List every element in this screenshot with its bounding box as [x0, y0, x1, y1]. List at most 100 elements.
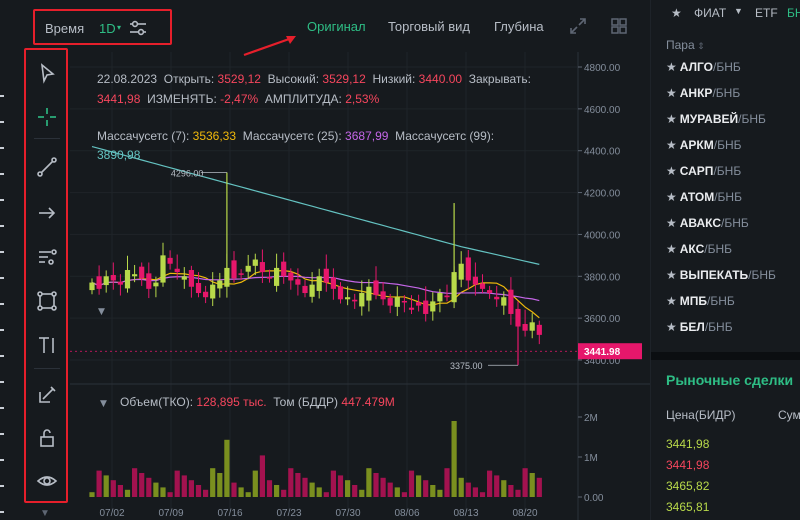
volume-bar [203, 489, 209, 497]
sum-column-header: Сум [778, 408, 800, 422]
pair-row[interactable]: ★ ВЫПЕКАТЬ/БНБ [666, 268, 776, 282]
pair-quote: /БНБ [712, 60, 741, 74]
cursor-icon[interactable] [36, 62, 58, 84]
candle-body [408, 307, 415, 310]
left-edge-marks [0, 60, 10, 520]
volume-bar [188, 480, 194, 497]
star-icon[interactable]: ★ [666, 60, 677, 74]
pair-column-header[interactable]: Пара ⇕ [666, 38, 705, 52]
candle-body [274, 267, 280, 286]
volume-bar [366, 468, 372, 497]
candle-body [494, 296, 500, 300]
star-icon[interactable]: ★ [666, 138, 677, 152]
candle-body [103, 276, 109, 286]
candle-body [359, 293, 365, 307]
tab-fiat[interactable]: ФИАТ [694, 6, 726, 20]
volume-bar [394, 487, 400, 497]
price-tick-label: 4600.00 [584, 105, 621, 116]
tab-etf[interactable]: ETF [755, 6, 778, 20]
pattern-shape-icon[interactable] [36, 290, 58, 312]
time-label[interactable]: Время [45, 21, 84, 36]
candle-body [352, 299, 358, 302]
volume-bar [522, 468, 528, 497]
pair-row[interactable]: ★ САРП/БНБ [666, 164, 741, 178]
star-icon[interactable]: ★ [666, 164, 677, 178]
pair-row[interactable]: ★ АРКМ/БНБ [666, 138, 742, 152]
candle-body [387, 298, 393, 306]
pair-quote: /БНБ [712, 86, 741, 100]
volume-bar [494, 475, 500, 497]
eye-icon[interactable] [36, 470, 58, 492]
price-tick-label: 3800.00 [584, 272, 621, 283]
pair-row[interactable]: ★ АЛГО/БНБ [666, 60, 741, 74]
volume-bar [352, 485, 358, 497]
pair-row[interactable]: ★ АНКР/БНБ [666, 86, 740, 100]
toolbar-more-icon[interactable]: ▼ [40, 508, 50, 519]
candle-body [309, 284, 315, 297]
pair-row[interactable]: ★ МУРАВЕЙ/БНБ [666, 112, 766, 126]
trade-price: 3441,98 [666, 437, 710, 451]
expand-icon[interactable] [569, 17, 587, 35]
candle-body [139, 266, 145, 279]
volume-bar [373, 473, 379, 497]
star-icon[interactable]: ★ [671, 6, 682, 20]
pair-row[interactable]: ★ БЕЛ/БНБ [666, 320, 733, 334]
volume-bar [181, 475, 187, 497]
layout-grid-icon[interactable] [610, 17, 628, 35]
x-tick-label: 07/16 [217, 508, 242, 519]
volume-bar [117, 485, 123, 497]
x-tick-label: 07/30 [335, 508, 360, 519]
text-tool-icon[interactable] [36, 334, 58, 356]
star-icon[interactable]: ★ [666, 320, 677, 334]
trend-line-icon[interactable] [36, 156, 58, 178]
volume-bar [139, 473, 145, 497]
fibonacci-icon[interactable] [36, 247, 58, 269]
candle-body [472, 276, 478, 285]
chevron-down-icon[interactable]: ▾ [117, 23, 121, 32]
unlock-icon[interactable] [36, 427, 58, 449]
star-icon[interactable]: ★ [666, 216, 677, 230]
high-marker-label: 4296.00 [171, 168, 204, 178]
pair-row[interactable]: ★ МПБ/БНБ [666, 294, 735, 308]
sliders-icon[interactable] [129, 20, 147, 36]
star-icon[interactable]: ★ [666, 294, 677, 308]
pair-row[interactable]: ★ АВАКС/БНБ [666, 216, 749, 230]
candle-body [479, 283, 486, 289]
volume-bar [195, 485, 202, 497]
candle-body [536, 324, 542, 335]
pair-row[interactable]: ★ АТОМ/БНБ [666, 190, 742, 204]
star-icon[interactable]: ★ [666, 112, 677, 126]
candlestick-chart[interactable]: 4800.00 4600.00 4400.00 4200.00 4000.00 3800.… [70, 52, 650, 520]
candle-body [217, 280, 223, 289]
candle-body [203, 291, 209, 298]
interval-dropdown[interactable]: 1D [99, 21, 116, 36]
volume-bar [380, 477, 386, 497]
pair-row[interactable]: ★ АКС/БНБ [666, 242, 732, 256]
tab-depth[interactable]: Глубина [494, 19, 544, 34]
candle-body [174, 268, 180, 273]
star-icon[interactable]: ★ [666, 242, 677, 256]
candle-body [380, 291, 386, 300]
star-icon[interactable]: ★ [666, 268, 677, 282]
candle-body [245, 265, 251, 272]
chart-area[interactable]: 4800.00 4600.00 4400.00 4200.00 4000.00 3800.… [70, 52, 650, 520]
volume-bar [153, 482, 159, 497]
pencil-ruler-icon[interactable] [36, 384, 58, 406]
tab-original[interactable]: Оригинал [307, 19, 366, 34]
ray-arrow-icon[interactable] [36, 202, 58, 224]
tab-tradingview[interactable]: Торговый вид [388, 19, 470, 34]
chevron-down-icon[interactable]: ▼ [734, 6, 743, 16]
star-icon[interactable]: ★ [666, 190, 677, 204]
x-tick-label: 08/06 [394, 508, 419, 519]
candle-body [330, 277, 336, 289]
volume-bar [132, 468, 138, 497]
pair-base: АТОМ [679, 190, 715, 204]
candle-body [96, 276, 102, 289]
candle-body [210, 284, 216, 299]
volume-bar [401, 492, 407, 497]
crosshair-icon[interactable] [36, 106, 58, 128]
tab-bnb[interactable]: БН [787, 6, 800, 20]
star-icon[interactable]: ★ [666, 86, 677, 100]
volume-bar [288, 468, 294, 497]
candle-body [252, 259, 258, 266]
